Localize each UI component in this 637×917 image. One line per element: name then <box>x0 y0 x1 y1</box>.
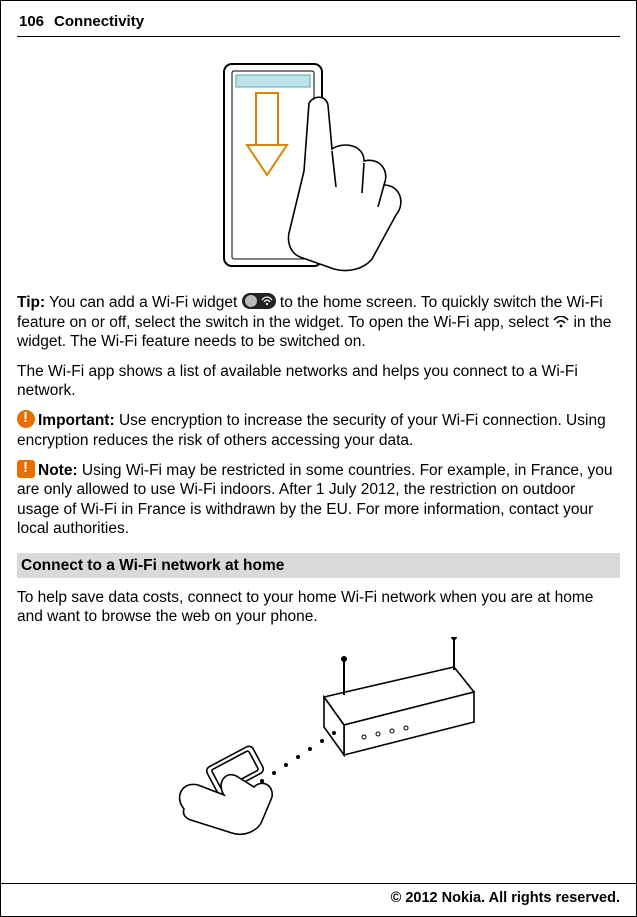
tip-paragraph: Tip: You can add a Wi-Fi widget to the h… <box>17 293 620 351</box>
figure-phone-router <box>17 637 620 842</box>
note-icon <box>17 460 35 478</box>
tip-text-1: You can add a Wi-Fi widget <box>45 294 241 311</box>
figure-swipe-down <box>17 59 620 279</box>
important-label: Important: <box>38 412 115 429</box>
page-content: Tip: You can add a Wi-Fi widget to the h… <box>17 37 620 842</box>
note-label: Note: <box>38 462 78 479</box>
note-text: Using Wi-Fi may be restricted in some co… <box>17 462 613 537</box>
page-number: 106 <box>19 13 44 30</box>
section-heading-connect: Connect to a Wi-Fi network at home <box>17 553 620 578</box>
tip-label: Tip: <box>17 294 45 311</box>
page-footer: © 2012 Nokia. All rights reserved. <box>1 883 636 906</box>
important-paragraph: Important: Use encryption to increase th… <box>17 410 620 450</box>
page-container: 106 Connectivity <box>0 0 637 917</box>
arrow-down-icon <box>247 93 287 175</box>
section-title: Connectivity <box>44 13 618 30</box>
page-header: 106 Connectivity <box>17 13 620 34</box>
note-paragraph: Note: Using Wi-Fi may be restricted in s… <box>17 460 620 539</box>
wifi-app-paragraph: The Wi-Fi app shows a list of available … <box>17 362 620 401</box>
wifi-icon <box>553 314 569 326</box>
wifi-widget-icon <box>242 293 276 309</box>
important-icon <box>17 410 35 428</box>
connect-paragraph: To help save data costs, connect to your… <box>17 588 620 627</box>
copyright-text: © 2012 Nokia. All rights reserved. <box>391 890 620 906</box>
